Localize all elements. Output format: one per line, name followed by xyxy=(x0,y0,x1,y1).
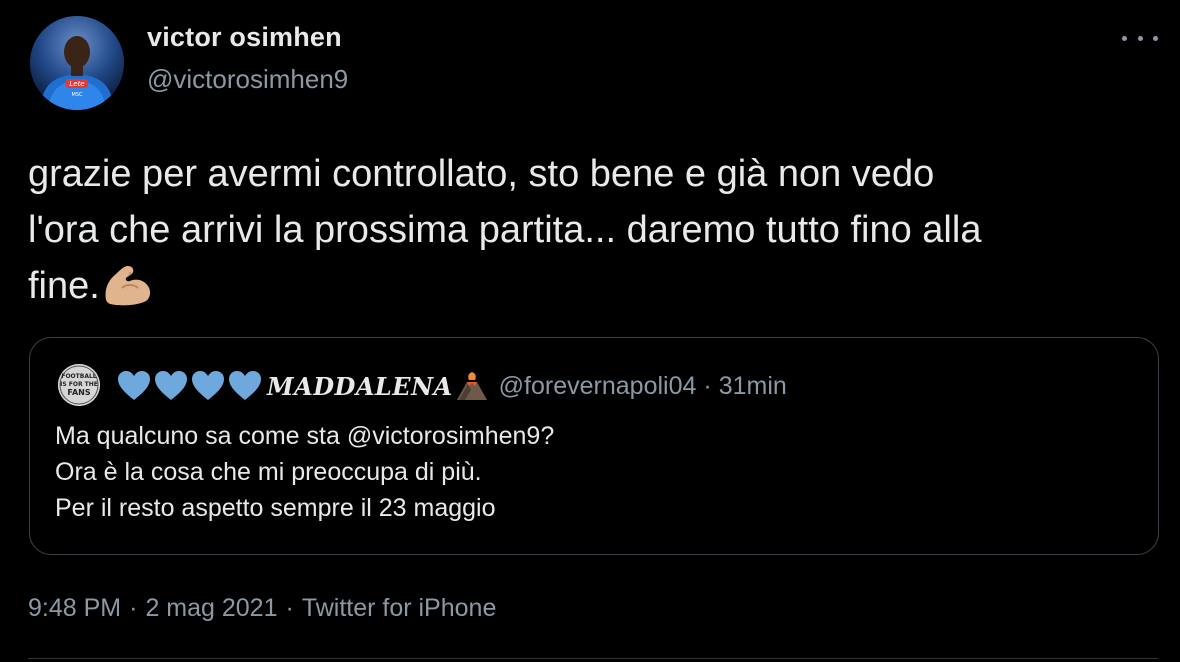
quoted-text: Ma qualcuno sa come sta @victorosimhen9?… xyxy=(55,418,554,526)
author-handle[interactable]: @victorosimhen9 xyxy=(147,64,348,95)
quoted-tweet[interactable]: FOOTBALL IS FOR THE FANS MADDALENA @fore… xyxy=(29,337,1159,555)
quoted-handle[interactable]: @forevernapoli04 xyxy=(499,372,697,401)
quoted-author-avatar[interactable]: FOOTBALL IS FOR THE FANS xyxy=(58,364,100,406)
quoted-text-line: Ora è la cosa che mi preoccupa di più. xyxy=(55,458,482,486)
profile-photo-icon: Lete MSC xyxy=(30,16,124,110)
quoted-separator: · xyxy=(703,371,712,400)
dot xyxy=(1153,35,1158,41)
svg-text:MSC: MSC xyxy=(72,92,83,98)
flexed-biceps-icon xyxy=(105,266,150,306)
quoted-header: MADDALENA @forevernapoli04 · 31min xyxy=(116,368,787,404)
meta-separator: · xyxy=(285,594,294,622)
meta-separator: · xyxy=(129,594,138,622)
quoted-display-name[interactable]: MADDALENA xyxy=(267,372,453,401)
quoted-text-line: Ma qualcuno sa come sta @victorosimhen9? xyxy=(55,422,555,450)
svg-text:FOOTBALL: FOOTBALL xyxy=(61,373,96,380)
football-fans-badge-icon: FOOTBALL IS FOR THE FANS xyxy=(58,364,100,406)
volcano-icon xyxy=(456,372,487,400)
tweet-date[interactable]: 2 mag 2021 xyxy=(145,594,277,622)
dot xyxy=(1122,35,1127,41)
divider xyxy=(28,658,1158,659)
blue-heart-icon xyxy=(155,371,187,400)
svg-text:IS FOR THE: IS FOR THE xyxy=(60,381,98,388)
quoted-text-line: Per il resto aspetto sempre il 23 maggio xyxy=(55,494,496,522)
svg-text:FANS: FANS xyxy=(67,388,90,397)
tweet-time[interactable]: 9:48 PM xyxy=(28,594,121,622)
tweet-text: grazie per avermi controllato, sto bene … xyxy=(28,146,1158,314)
author-avatar[interactable]: Lete MSC xyxy=(30,16,124,110)
author-display-name[interactable]: victor osimhen xyxy=(147,22,342,53)
quoted-time[interactable]: 31min xyxy=(719,372,787,401)
tweet-text-body: grazie per avermi controllato, sto bene … xyxy=(28,153,982,307)
blue-heart-icon xyxy=(229,371,261,400)
tweet-source[interactable]: Twitter for iPhone xyxy=(302,594,497,622)
heart-emojis xyxy=(116,370,263,402)
blue-heart-icon xyxy=(192,371,224,400)
tweet: Lete MSC victor osimhen @victorosimhen9 … xyxy=(0,0,1180,662)
blue-heart-icon xyxy=(118,371,150,400)
svg-text:Lete: Lete xyxy=(69,80,84,88)
dot xyxy=(1137,35,1143,41)
more-options-icon[interactable] xyxy=(1122,26,1158,50)
tweet-meta: 9:48 PM · 2 mag 2021 · Twitter for iPhone xyxy=(28,594,496,623)
